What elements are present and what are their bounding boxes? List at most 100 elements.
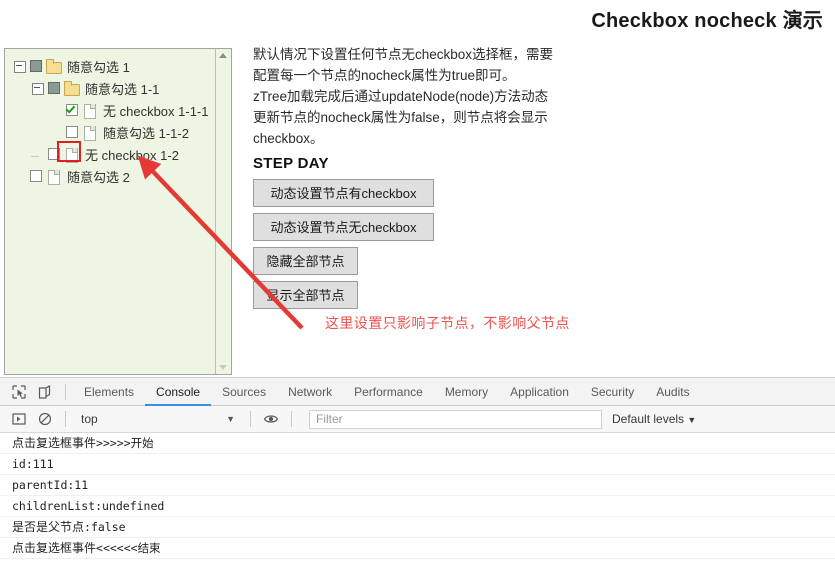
- inspect-element-icon[interactable]: [6, 380, 32, 404]
- filterbar-divider-2: [250, 411, 251, 427]
- tree-node-row[interactable]: 随意勾选 1: [5, 55, 231, 77]
- folder-icon: [45, 58, 63, 74]
- console-filter-input[interactable]: Filter: [309, 409, 602, 429]
- scroll-up-arrow-icon[interactable]: [219, 53, 227, 58]
- demo-button-group: 动态设置节点有checkbox 动态设置节点无checkbox 隐藏全部节点 显示全部…: [253, 179, 583, 309]
- file-icon: [81, 102, 99, 119]
- console-message-value: >>>>>开始: [96, 436, 154, 450]
- checkbox-partial[interactable]: [46, 80, 62, 96]
- devtools-tab-application[interactable]: Application: [499, 378, 580, 406]
- description-line: 默认情况下设置任何节点无checkbox选择框，需要: [253, 47, 554, 62]
- console-message-text: 点击复选框事件: [12, 541, 97, 555]
- device-toolbar-icon[interactable]: [32, 380, 58, 404]
- console-filter-bar: top ▼ Filter Default levels ▼: [0, 406, 835, 433]
- tree-switch-spacer: [48, 124, 64, 140]
- tree-node-label[interactable]: 随意勾选 2: [65, 167, 130, 186]
- tree-node[interactable]: 随意勾选 1-1-2: [5, 121, 231, 143]
- devtools-tab-list: Elements Console Sources Network Performance…: [73, 378, 701, 406]
- tree-node[interactable]: 随意勾选 2: [5, 165, 231, 187]
- tree-switch-spacer: [48, 102, 64, 118]
- file-icon: [81, 124, 99, 141]
- tree-node-row[interactable]: 随意勾选 1-1-2: [5, 121, 231, 143]
- web-page-viewport: Checkbox nocheck 演示 随意勾选 1 随意勾选 1-1 无 chec…: [0, 0, 835, 377]
- devtools-tab-sources[interactable]: Sources: [211, 378, 277, 406]
- description-line: 配置每一个节点的nocheck属性为true即可。: [253, 68, 516, 83]
- step-heading: STEP DAY: [253, 155, 329, 172]
- tree-scrollbar[interactable]: [215, 49, 231, 374]
- description-column: 默认情况下设置任何节点无checkbox选择框，需要 配置每一个节点的nochec…: [253, 44, 583, 315]
- console-sidebar-toggle-icon[interactable]: [6, 407, 32, 431]
- description-text: 默认情况下设置任何节点无checkbox选择框，需要 配置每一个节点的nochec…: [253, 44, 583, 149]
- checkbox-box: [30, 170, 42, 182]
- demo-button[interactable]: 显示全部节点: [253, 281, 358, 309]
- tree-node-label[interactable]: 无 checkbox 1-1-1: [101, 101, 209, 120]
- tree-node-label[interactable]: 无 checkbox 1-2: [83, 145, 179, 164]
- folder-icon: [63, 80, 81, 96]
- clear-console-icon[interactable]: [32, 407, 58, 431]
- devtools-tab-memory[interactable]: Memory: [434, 378, 499, 406]
- devtools-tab-security[interactable]: Security: [580, 378, 645, 406]
- checkbox-box: [48, 82, 60, 94]
- demo-button[interactable]: 隐藏全部节点: [253, 247, 358, 275]
- tree-switch-spacer: [30, 146, 46, 162]
- tree-node-row[interactable]: 随意勾选 2: [5, 165, 231, 187]
- collapse-toggle-icon[interactable]: [30, 80, 46, 96]
- filterbar-divider: [65, 411, 66, 427]
- console-message: 点击复选框事件>>>>>开始: [0, 433, 835, 454]
- tree-node-label[interactable]: 随意勾选 1: [65, 57, 130, 76]
- ztree-panel[interactable]: 随意勾选 1 随意勾选 1-1 无 checkbox 1-1-1 随意勾选 1-1-2…: [4, 48, 232, 375]
- checkbox-checked[interactable]: [64, 102, 80, 118]
- devtools-panel: Elements Console Sources Network Performance…: [0, 377, 835, 562]
- tree-node-label[interactable]: 随意勾选 1-1: [83, 79, 159, 98]
- toolbar-divider: [65, 383, 66, 400]
- scroll-down-arrow-icon[interactable]: [219, 365, 227, 370]
- file-icon: [63, 146, 81, 163]
- devtools-tab-elements[interactable]: Elements: [73, 378, 145, 406]
- checkbox-box: [30, 60, 42, 72]
- console-message-text: 点击复选框事件: [12, 436, 97, 450]
- page-title: Checkbox nocheck 演示: [591, 10, 823, 32]
- tree-switch-spacer: [12, 168, 28, 184]
- description-line: checkbox。: [253, 131, 324, 146]
- tree-node[interactable]: 无 checkbox 1-1-1: [5, 99, 231, 121]
- devtools-tab-console[interactable]: Console: [145, 378, 212, 406]
- chevron-down-icon-2: ▼: [687, 415, 697, 425]
- tree-node-row[interactable]: 无 checkbox 1-1-1: [5, 99, 231, 121]
- devtools-tab-network[interactable]: Network: [277, 378, 343, 406]
- console-message: parentId:11: [0, 475, 835, 496]
- checkbox-partial[interactable]: [28, 58, 44, 74]
- chevron-down-icon: ▼: [226, 414, 235, 424]
- console-message: id:111: [0, 454, 835, 475]
- console-message: 是否是父节点:false: [0, 517, 835, 538]
- ztree-root-list: 随意勾选 1 随意勾选 1-1 无 checkbox 1-1-1 随意勾选 1-1-2…: [5, 49, 231, 187]
- live-expression-eye-icon[interactable]: [258, 407, 284, 431]
- description-line: zTree加载完成后通过updateNode(node)方法动态: [253, 89, 549, 104]
- console-message-text: 是否是父节点: [12, 520, 85, 534]
- execution-context-selector[interactable]: top ▼: [73, 412, 243, 426]
- log-levels-selector[interactable]: Default levels ▼: [612, 412, 696, 426]
- console-message: 点击复选框事件<<<<<<结束: [0, 538, 835, 559]
- console-message: childrenList:undefined: [0, 496, 835, 517]
- file-icon: [45, 168, 63, 185]
- filterbar-divider-3: [291, 411, 292, 427]
- checkbox-unchecked[interactable]: [64, 124, 80, 140]
- collapse-toggle-icon[interactable]: [12, 58, 28, 74]
- console-message-list[interactable]: 点击复选框事件>>>>>开始 id:111 parentId:11 childrenL…: [0, 433, 835, 562]
- checkbox-box: [66, 126, 78, 138]
- tree-node[interactable]: 随意勾选 1-1: [5, 77, 231, 99]
- devtools-tab-audits[interactable]: Audits: [645, 378, 700, 406]
- tree-node[interactable]: 无 checkbox 1-2: [5, 143, 231, 165]
- checkbox-unchecked[interactable]: [46, 146, 62, 162]
- annotation-label: 这里设置只影响子节点，不影响父节点: [325, 315, 570, 331]
- execution-context-value: top: [81, 412, 98, 426]
- description-line: 更新节点的nocheck属性为false，则节点将会显示: [253, 110, 548, 125]
- tree-node-row[interactable]: 随意勾选 1-1: [5, 77, 231, 99]
- demo-button[interactable]: 动态设置节点无checkbox: [253, 213, 434, 241]
- tree-node-row[interactable]: 无 checkbox 1-2: [5, 143, 231, 165]
- checkbox-box: [48, 148, 60, 160]
- tree-node-label[interactable]: 随意勾选 1-1-2: [101, 123, 189, 142]
- devtools-tab-performance[interactable]: Performance: [343, 378, 434, 406]
- tree-node[interactable]: 随意勾选 1: [5, 55, 231, 77]
- checkbox-unchecked[interactable]: [28, 168, 44, 184]
- demo-button[interactable]: 动态设置节点有checkbox: [253, 179, 434, 207]
